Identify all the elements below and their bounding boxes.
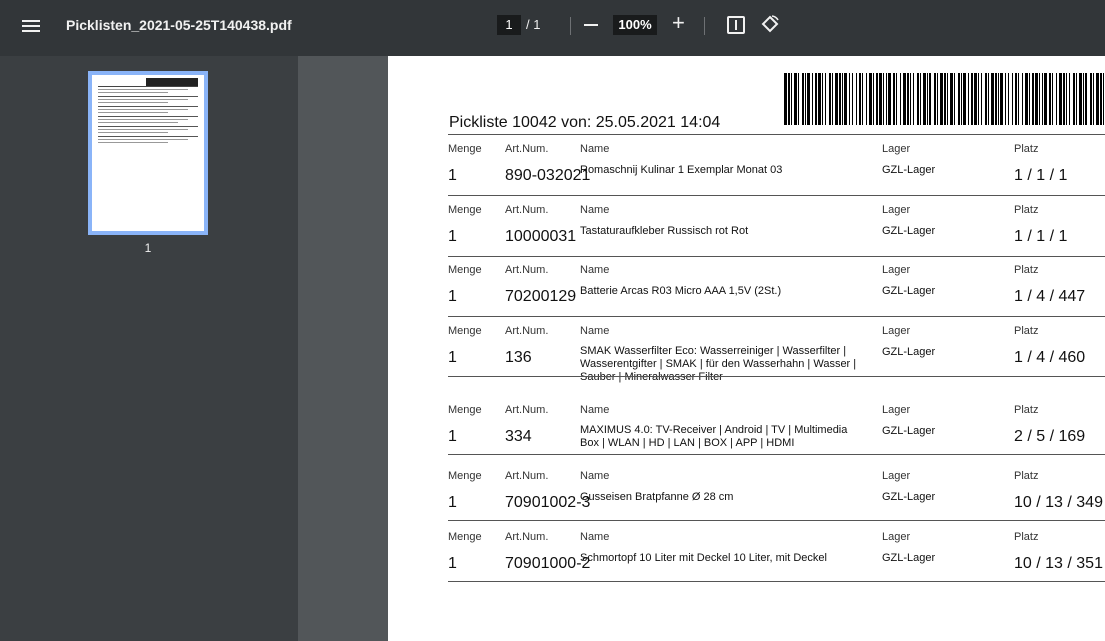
divider [448,256,1105,257]
name-label: Name [580,325,610,337]
qty-value: 1 [448,228,457,245]
menu-icon[interactable] [22,17,40,39]
divider [448,195,1105,196]
divider [448,454,1105,455]
qty-value: 1 [448,494,457,511]
platz-value: 1 / 1 / 1 [1014,228,1068,245]
name-value: Tastaturaufkleber Russisch rot Rot [580,225,749,237]
qty-label: Menge [448,204,482,216]
platz-value: 2 / 5 / 169 [1014,428,1086,445]
artnum-label: Art.Num. [505,143,549,155]
barcode-image [784,73,1104,125]
platz-label: Platz [1014,404,1039,416]
artnum-label: Art.Num. [505,325,549,337]
name-label: Name [580,404,610,416]
artnum-label: Art.Num. [505,470,549,482]
lager-label: Lager [882,325,911,337]
platz-value: 10 / 13 / 349 [1014,494,1103,511]
platz-value: 1 / 4 / 447 [1014,288,1086,305]
divider [704,17,705,35]
page-total: / 1 [526,17,541,32]
name-value: Schmortopf 10 Liter mit Deckel 10 Liter,… [580,552,827,564]
divider [448,134,1105,135]
name-label: Name [580,204,610,216]
artnum-value: 136 [505,349,532,366]
divider [570,17,571,35]
thumbnail-sidebar: 1 [0,56,298,641]
file-title: Picklisten_2021-05-25T140438.pdf [66,17,292,33]
qty-value: 1 [448,428,457,445]
zoom-in-icon[interactable]: + [672,12,685,34]
platz-value: 10 / 13 / 351 [1014,555,1103,572]
lager-value: GZL-Lager [882,425,936,437]
lager-value: GZL-Lager [882,285,936,297]
lager-label: Lager [882,143,911,155]
pdf-toolbar: Picklisten_2021-05-25T140438.pdf 1 / 1 1… [0,0,1105,56]
artnum-value: 890-032021 [505,167,591,184]
platz-value: 1 / 1 / 1 [1014,167,1068,184]
fit-to-page-icon[interactable] [727,16,745,34]
platz-label: Platz [1014,204,1039,216]
name-label: Name [580,531,610,543]
artnum-label: Art.Num. [505,204,549,216]
platz-label: Platz [1014,470,1039,482]
artnum-value: 70901000-2 [505,555,591,572]
qty-value: 1 [448,555,457,572]
rotate-icon[interactable] [760,14,780,34]
qty-value: 1 [448,288,457,305]
artnum-value: 10000031 [505,228,577,245]
zoom-out-icon[interactable] [584,24,598,26]
name-value: Batterie Arcas R03 Micro AAA 1,5V (2St.) [580,285,782,297]
lager-value: GZL-Lager [882,346,936,358]
qty-label: Menge [448,264,482,276]
name-value: MAXIMUS 4.0: TV-Receiver | Android | TV … [580,424,848,449]
lager-value: GZL-Lager [882,552,936,564]
name-value: SMAK Wasserfilter Eco: Wasserreiniger | … [580,345,857,383]
artnum-label: Art.Num. [505,264,549,276]
lager-label: Lager [882,404,911,416]
qty-label: Menge [448,531,482,543]
artnum-value: 70901002-3 [505,494,591,511]
divider [448,316,1105,317]
divider [448,376,1105,377]
lager-label: Lager [882,531,911,543]
thumbnail-preview [92,75,204,231]
artnum-label: Art.Num. [505,531,549,543]
qty-label: Menge [448,143,482,155]
lager-label: Lager [882,264,911,276]
platz-value: 1 / 4 / 460 [1014,349,1086,366]
qty-label: Menge [448,325,482,337]
lager-value: GZL-Lager [882,164,936,176]
artnum-label: Art.Num. [505,404,549,416]
qty-value: 1 [448,167,457,184]
platz-label: Platz [1014,531,1039,543]
artnum-value: 70200129 [505,288,577,305]
document-title: Pickliste 10042 von: 25.05.2021 14:04 [449,114,721,131]
thumbnail-page-number: 1 [144,241,152,255]
lager-label: Lager [882,470,911,482]
lager-value: GZL-Lager [882,225,936,237]
name-label: Name [580,470,610,482]
artnum-value: 334 [505,428,532,445]
page-thumbnail[interactable] [88,71,208,235]
platz-label: Platz [1014,264,1039,276]
lager-label: Lager [882,204,911,216]
zoom-input[interactable]: 100% [613,15,657,35]
qty-value: 1 [448,349,457,366]
divider [448,520,1105,521]
qty-label: Menge [448,404,482,416]
page-number-input[interactable]: 1 [497,15,521,35]
platz-label: Platz [1014,143,1039,155]
divider [448,581,1105,582]
platz-label: Platz [1014,325,1039,337]
name-value: Gusseisen Bratpfanne Ø 28 cm [580,491,734,503]
qty-label: Menge [448,470,482,482]
name-label: Name [580,143,610,155]
name-value: Romaschnij Kulinar 1 Exemplar Monat 03 [580,164,783,176]
pdf-page: Pickliste 10042 von: 25.05.2021 14:04 Me… [388,56,1105,641]
lager-value: GZL-Lager [882,491,936,503]
name-label: Name [580,264,610,276]
